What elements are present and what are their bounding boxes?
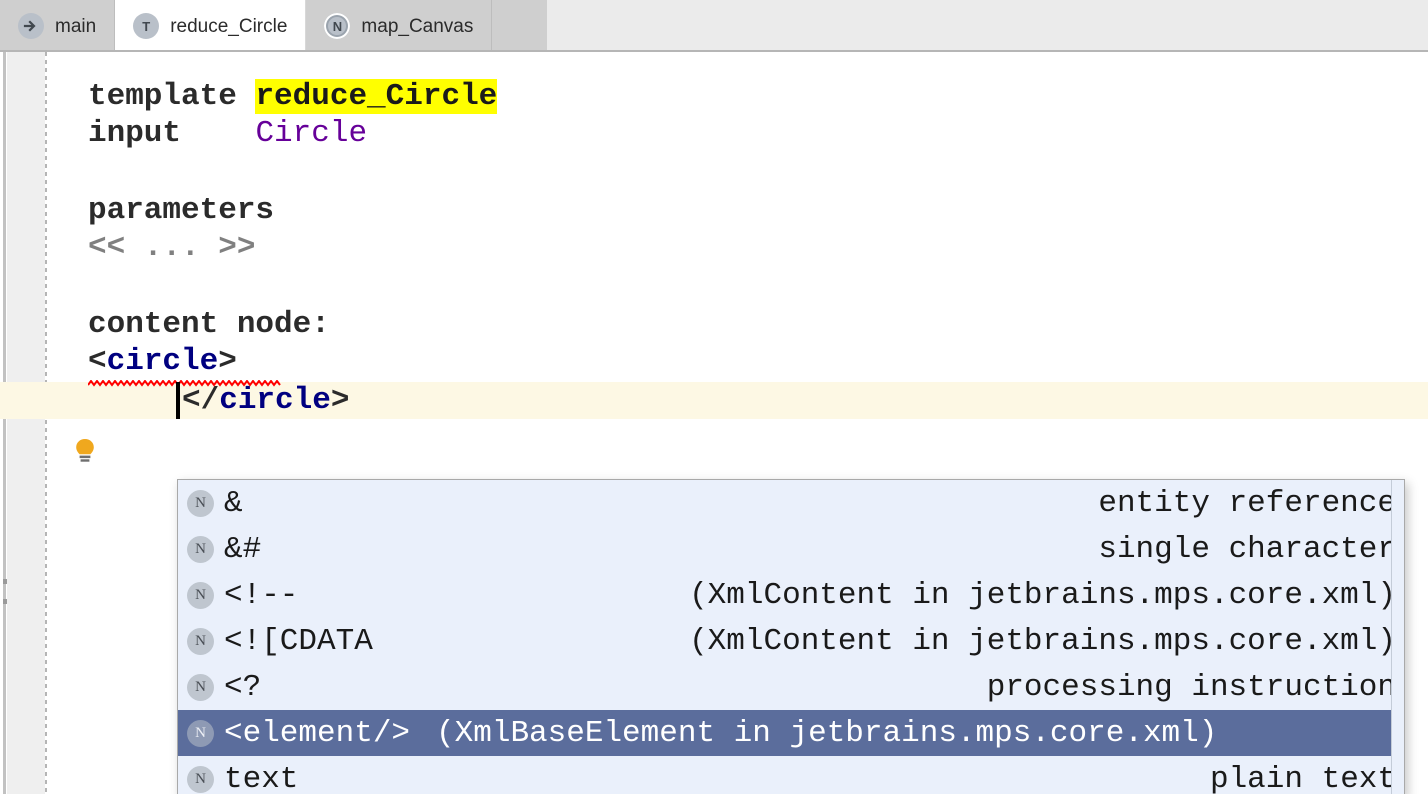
parameters-placeholder[interactable]: << ... >> [88, 230, 255, 265]
completion-item-label: & [224, 485, 243, 521]
open-tag-name[interactable]: circle [107, 344, 219, 379]
completion-item-comment[interactable]: N <!-- (XmlContent in jetbrains.mps.core… [178, 572, 1404, 618]
template-node-icon: T [133, 13, 160, 39]
code-completion-popup[interactable]: N & entity reference N &# single charact… [177, 479, 1405, 794]
open-tag-bracket-left: < [88, 344, 107, 379]
tab-reduce-circle[interactable]: T reduce_Circle [115, 0, 307, 52]
completion-item-single-character[interactable]: N &# single character [178, 526, 1404, 572]
error-squiggle [88, 380, 281, 387]
template-node-icon-letter: T [142, 18, 151, 34]
tab-list: main T reduce_Circle N map_Canvas [0, 0, 493, 52]
node-badge-icon: N [187, 719, 214, 747]
completion-item-element[interactable]: N <element/> (XmlBaseElement in jetbrain… [178, 710, 1404, 756]
node-badge-icon: N [187, 765, 214, 793]
completion-item-label: &# [224, 531, 262, 567]
close-tag-name[interactable]: circle [219, 383, 331, 418]
completion-popup-scrollbar[interactable] [1391, 480, 1404, 794]
template-name-highlighted[interactable]: reduce_Circle [255, 79, 498, 114]
completion-list[interactable]: N & entity reference N &# single charact… [178, 480, 1404, 794]
tab-label-reduce-circle: reduce_Circle [170, 15, 288, 37]
completion-item-description: (XmlContent in jetbrains.mps.core.xml) [689, 623, 1396, 659]
completion-item-description: processing instruction [986, 669, 1396, 705]
editor-tab-bar: main T reduce_Circle N map_Canvas [0, 0, 1428, 52]
node-badge-icon: N [187, 673, 214, 701]
close-tag-bracket-left: </ [182, 383, 220, 418]
completion-item-description: entity reference [1098, 485, 1396, 521]
completion-item-label: <!-- [224, 577, 299, 613]
code-line-content-node[interactable]: content node: [88, 306, 330, 343]
keyword-input: input [88, 116, 256, 151]
completion-item-description: (XmlContent in jetbrains.mps.core.xml) [689, 577, 1396, 613]
completion-item-plain-text[interactable]: N text plain text [178, 756, 1404, 794]
completion-item-description: plain text [1209, 761, 1396, 794]
completion-item-processing-instruction[interactable]: N <? processing instruction [178, 664, 1404, 710]
tab-label-map-canvas: map_Canvas [361, 15, 474, 37]
node-badge-icon: N [187, 581, 214, 609]
tab-map-canvas[interactable]: N map_Canvas [306, 0, 493, 52]
close-tag-bracket-right: > [330, 383, 350, 418]
keyword-content-node: content node: [88, 307, 330, 342]
node-badge-icon: N [187, 627, 214, 655]
completion-item-label: <element/> [224, 715, 411, 751]
keyword-template: template [88, 79, 256, 114]
code-line-parameters-placeholder[interactable]: << ... >> [88, 229, 255, 266]
completion-item-description: single character [1098, 531, 1396, 567]
completion-item-entity-reference[interactable]: N & entity reference [178, 480, 1404, 526]
completion-item-cdata[interactable]: N <![CDATA (XmlContent in jetbrains.mps.… [178, 618, 1404, 664]
completion-item-label: text [224, 761, 299, 794]
code-line-open-tag[interactable]: <circle> [88, 343, 237, 380]
code-line-parameters[interactable]: parameters [88, 192, 274, 229]
keyword-parameters: parameters [88, 193, 275, 228]
completion-item-label: <? [224, 669, 262, 705]
lightbulb-icon[interactable] [74, 438, 96, 464]
code-editor-area[interactable]: template reduce_Circle input Circle para… [0, 52, 1428, 794]
arrow-right-circle-icon [18, 13, 44, 39]
code-line-input[interactable]: input Circle [88, 115, 367, 152]
input-concept-circle[interactable]: Circle [255, 116, 367, 151]
node-ring-icon: N [324, 13, 351, 39]
completion-item-description: (XmlBaseElement in jetbrains.mps.core.xm… [436, 715, 1218, 751]
node-ring-icon-letter: N [332, 18, 343, 34]
tab-main[interactable]: main [0, 0, 116, 52]
tab-label-main: main [55, 15, 97, 37]
mps-editor-window: main T reduce_Circle N map_Canvas templa… [0, 0, 1428, 794]
code-line-template[interactable]: template reduce_Circle [88, 78, 498, 115]
completion-item-label: <![CDATA [224, 623, 373, 659]
open-tag-bracket-right: > [218, 344, 237, 379]
node-badge-icon: N [187, 535, 214, 563]
node-badge-icon: N [187, 489, 214, 517]
text-caret [176, 382, 180, 419]
